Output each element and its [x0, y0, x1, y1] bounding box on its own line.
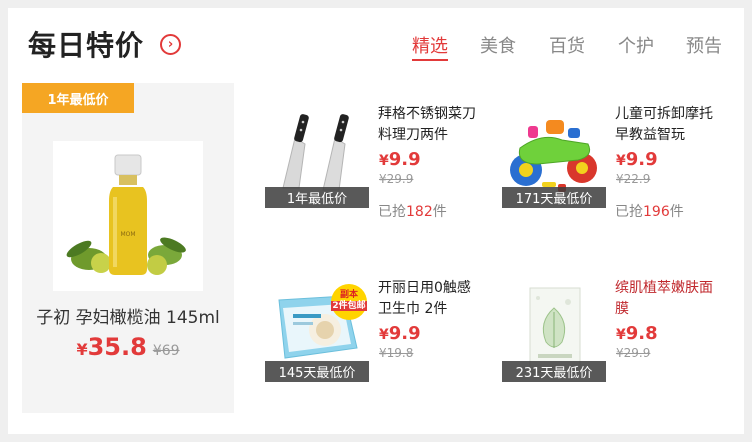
product-price: ¥9.8 [616, 323, 658, 344]
featured-product-card[interactable]: 1年最低价 MOM 子初 孕妇橄榄油 145ml ¥35.8 ¥69 [22, 83, 234, 413]
sold-prefix: 已抢 [615, 204, 643, 220]
olive-oil-bottle-image: MOM [53, 141, 203, 291]
price-value: 9.9 [625, 149, 658, 170]
product-price: ¥9.9 [379, 149, 421, 170]
featured-product-price: ¥35.8 ¥69 [22, 333, 234, 361]
tag-line-2: 2件包邮 [331, 301, 367, 311]
svg-text:MOM: MOM [120, 231, 135, 238]
sold-prefix: 已抢 [378, 204, 406, 220]
price-value: 9.9 [388, 323, 421, 344]
product-card-face-mask[interactable]: 231天最低价 缤肌植萃嫩肤面膜 ¥9.8 ¥29.9 [502, 278, 732, 398]
product-price: ¥9.9 [379, 323, 421, 344]
free-shipping-tag: 副本 2件包邮 [331, 284, 367, 320]
currency-symbol: ¥ [379, 327, 389, 343]
product-card-toy-motorbike[interactable]: 171天最低价 儿童可拆卸摩托早教益智玩 ¥9.9 ¥22.9 已抢196件 [502, 104, 732, 224]
lowest-price-badge: 1年最低价 [265, 187, 369, 208]
sold-number: 196 [643, 204, 670, 220]
original-price: ¥29.9 [616, 346, 651, 360]
featured-product-name: 子初 孕妇橄榄油 145ml [36, 308, 220, 328]
sold-count: 已抢182件 [378, 201, 447, 221]
lowest-price-badge: 231天最低价 [502, 361, 606, 382]
chevron-right-icon[interactable]: › [160, 34, 181, 55]
featured-original-price: ¥69 [152, 343, 180, 359]
sold-number: 182 [406, 204, 433, 220]
category-tabs: 精选 美食 百货 个护 预告 [408, 32, 728, 64]
sold-count: 已抢196件 [615, 201, 684, 221]
featured-price-value: 35.8 [87, 333, 147, 361]
sold-suffix: 件 [432, 204, 447, 220]
tag-line-1: 副本 [339, 290, 358, 300]
price-value: 9.8 [625, 323, 658, 344]
tab-featured[interactable]: 精选 [412, 32, 448, 61]
product-card-sanitary-pads[interactable]: 副本 2件包邮 145天最低价 开丽日用0触感卫生巾 2件 ¥9.9 ¥19.8 [265, 278, 495, 398]
sold-suffix: 件 [669, 204, 684, 220]
original-price: ¥29.9 [379, 172, 414, 186]
product-name: 拜格不锈钢菜刀料理刀两件 [378, 106, 476, 143]
tab-general-goods[interactable]: 百货 [549, 32, 585, 58]
product-price: ¥9.9 [616, 149, 658, 170]
tab-personal-care[interactable]: 个护 [618, 32, 654, 58]
original-price: ¥19.8 [379, 346, 414, 360]
currency-symbol: ¥ [379, 153, 389, 169]
product-name: 缤肌植萃嫩肤面膜 [615, 280, 713, 317]
daily-deals-panel: 每日特价 › 精选 美食 百货 个护 预告 1年最低价 MOM 子初 孕妇橄榄油… [8, 8, 744, 434]
currency-symbol: ¥ [76, 340, 88, 359]
price-value: 9.9 [388, 149, 421, 170]
currency-symbol: ¥ [616, 327, 626, 343]
section-title: 每日特价 [28, 29, 145, 62]
product-name: 开丽日用0触感卫生巾 2件 [378, 280, 471, 317]
currency-symbol: ¥ [616, 153, 626, 169]
product-name: 儿童可拆卸摩托早教益智玩 [615, 106, 713, 143]
lowest-price-badge: 171天最低价 [502, 187, 606, 208]
lowest-price-badge: 1年最低价 [22, 83, 134, 113]
product-card-knives[interactable]: 1年最低价 拜格不锈钢菜刀料理刀两件 ¥9.9 ¥29.9 已抢182件 [265, 104, 495, 224]
original-price: ¥22.9 [616, 172, 651, 186]
tab-food[interactable]: 美食 [480, 32, 516, 58]
lowest-price-badge: 145天最低价 [265, 361, 369, 382]
tab-preview[interactable]: 预告 [686, 32, 722, 58]
